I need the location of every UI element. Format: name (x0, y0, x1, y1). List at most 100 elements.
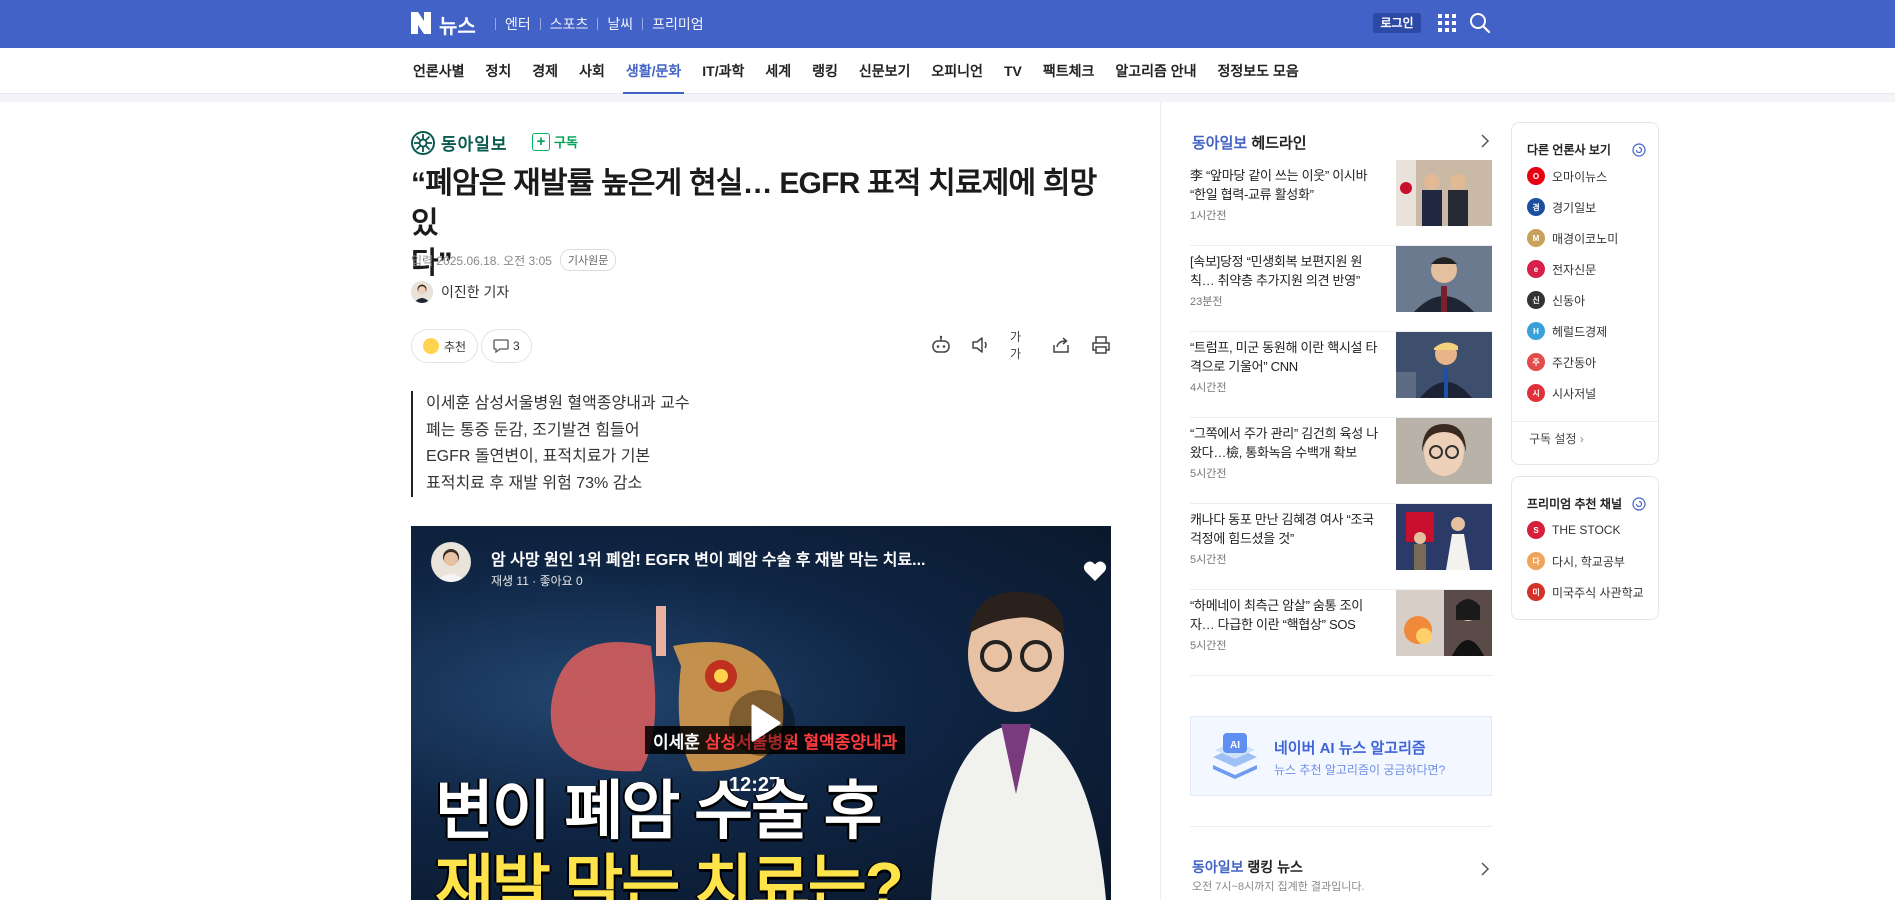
app-grid-icon[interactable] (1438, 14, 1456, 32)
ranking-section-label: 랭킹 뉴스 (1247, 859, 1303, 875)
press-item-name: 주간동아 (1552, 355, 1597, 370)
thumbnail-image-icon[interactable] (1396, 418, 1492, 484)
headline-item-title[interactable]: 李 “앞마당 같이 쓰는 이웃” 이시바 “한일 협력-교류 활성화” (1190, 166, 1385, 204)
press-item[interactable]: O 오마이뉴스 (1527, 167, 1607, 185)
nav-item-world[interactable]: 세계 (765, 48, 791, 94)
top-link-weather[interactable]: 날씨 (607, 14, 633, 34)
headline-item-title[interactable]: “그쪽에서 주가 관리” 김건희 육성 나왔다…檢, 통화녹음 수백개 확보 (1190, 424, 1385, 462)
reporter-avatar (411, 281, 433, 303)
press-item[interactable]: 주 주간동아 (1527, 353, 1596, 371)
press-item[interactable]: e 전자신문 (1527, 260, 1596, 278)
nav-item-by-press[interactable]: 언론사별 (413, 48, 465, 94)
press-item-name: 매경이코노미 (1552, 231, 1619, 246)
plus-icon: + (532, 132, 550, 151)
top-link-entertainment[interactable]: 엔터 (505, 14, 531, 34)
ai-algorithm-banner[interactable]: AI 네이버 AI 뉴스 알고리즘 뉴스 추천 알고리즘이 궁금하다면? (1190, 716, 1492, 796)
nav-item-algorithm[interactable]: 알고리즘 안내 (1115, 48, 1196, 94)
comment-button[interactable]: 3 (481, 329, 532, 363)
recommend-button[interactable]: 추천 (411, 329, 479, 363)
nav-divider (0, 94, 1895, 102)
naver-logo-icon[interactable] (411, 12, 431, 34)
font-size-icon[interactable]: 가가 (1010, 330, 1032, 361)
premium-item[interactable]: 미 미국주식 사관학교 (1527, 583, 1644, 601)
headline-section-label: 헤드라인 (1251, 135, 1307, 152)
login-button[interactable]: 로그인 (1373, 13, 1421, 33)
nav-item-factcheck[interactable]: 팩트체크 (1043, 48, 1095, 94)
headline-item[interactable]: 李 “앞마당 같이 쓰는 이웃” 이시바 “한일 협력-교류 활성화” 1시간전 (1190, 160, 1492, 246)
thumbnail-image-icon[interactable] (1396, 160, 1492, 226)
press-item[interactable]: 신 신동아 (1527, 291, 1585, 309)
nav-item-it-science[interactable]: IT/과학 (702, 48, 744, 94)
headline-item-title[interactable]: 캐나다 동포 만난 김혜경 여사 “조국 걱정에 힘드셨을 것” (1190, 510, 1385, 548)
chevron-right-icon[interactable] (1480, 862, 1490, 876)
video-likes: 좋아요 0 (539, 574, 583, 588)
headline-item[interactable]: [속보]당정 “민생회복 보편지원 원칙… 취약층 추가지원 의견 반영” 23… (1190, 246, 1492, 332)
press-item[interactable]: H 헤럴드경제 (1527, 322, 1607, 340)
thumbnail-image-icon[interactable] (1396, 590, 1492, 656)
original-article-button[interactable]: 기사원문 (559, 249, 617, 271)
thumbnail-image-icon[interactable] (1396, 504, 1492, 570)
nav-item-opinion[interactable]: 오피니언 (931, 48, 983, 94)
play-icon[interactable] (729, 690, 795, 756)
nav-item-life-culture[interactable]: 생활/문화 (622, 48, 685, 94)
headline-item[interactable]: 캐나다 동포 만난 김혜경 여사 “조국 걱정에 힘드셨을 것” 5시간전 (1190, 504, 1492, 590)
nav-item-ranking[interactable]: 랭킹 (812, 48, 838, 94)
ranking-section-title[interactable]: 동아일보 랭킹 뉴스 (1192, 857, 1303, 877)
headline-item-title[interactable]: [속보]당정 “민생회복 보편지원 원칙… 취약층 추가지원 의견 반영” (1190, 252, 1385, 290)
share-icon[interactable] (1050, 334, 1072, 356)
chevron-right-icon[interactable] (1480, 134, 1490, 148)
nav-item-corrections[interactable]: 정정보도 모음 (1218, 48, 1299, 94)
video-top-bar: 암 사망 원인 1위 폐암! EGFR 변이 폐암 수술 후 재발 막는 치료.… (431, 542, 1107, 590)
channel-avatar[interactable] (431, 542, 471, 582)
headline-section-title[interactable]: 동아일보 헤드라인 (1192, 132, 1307, 153)
separator (642, 18, 644, 30)
nav-item-economy[interactable]: 경제 (532, 48, 558, 94)
column-divider (1160, 102, 1161, 900)
top-links: 엔터 스포츠 날씨 프리미엄 (486, 14, 704, 34)
category-list: 언론사별 정치 경제 사회 생활/문화 IT/과학 세계 랭킹 신문보기 오피니… (413, 48, 1320, 94)
premium-item[interactable]: 다 다시, 학교공부 (1527, 552, 1625, 570)
premium-item[interactable]: S THE STOCK (1527, 521, 1620, 539)
refresh-icon[interactable] (1632, 143, 1646, 157)
press-logo-icon: 경 (1527, 198, 1545, 216)
press-item-name: 신동아 (1552, 293, 1586, 308)
headline-item-time: 23분전 (1190, 296, 1223, 308)
top-link-sports[interactable]: 스포츠 (550, 14, 589, 34)
press-item[interactable]: 시 시사저널 (1527, 384, 1596, 402)
video-caption-2: 재발 막는 치료는? (435, 849, 904, 900)
headline-item-title[interactable]: “하메네이 최측근 암살” 숨통 조이자… 다급한 이란 “핵협상” SOS (1190, 596, 1385, 634)
video-title[interactable]: 암 사망 원인 1위 폐암! EGFR 변이 폐암 수술 후 재발 막는 치료.… (491, 546, 925, 570)
top-link-premium[interactable]: 프리미엄 (652, 14, 704, 34)
nav-item-society[interactable]: 사회 (579, 48, 605, 94)
search-icon[interactable] (1469, 12, 1491, 34)
subscription-settings-link[interactable]: 구독 설정 › (1529, 421, 1584, 457)
press-logo-icon: 시 (1527, 384, 1545, 402)
subscribe-button[interactable]: + 구독 (532, 132, 578, 151)
speaker-icon[interactable] (970, 334, 992, 356)
lung-illustration-icon (550, 606, 784, 772)
refresh-icon[interactable] (1632, 497, 1646, 511)
press-logo-icon: 주 (1527, 353, 1545, 371)
nav-item-politics[interactable]: 정치 (486, 48, 512, 94)
press-logo-icon: e (1527, 260, 1545, 278)
video-player[interactable]: 암 사망 원인 1위 폐암! EGFR 변이 폐암 수술 후 재발 막는 치료.… (411, 526, 1111, 900)
headline-item[interactable]: “트럼프, 미군 동원해 이란 핵시설 타격으로 기울어” CNN 4시간전 (1190, 332, 1492, 418)
press-logo-icon: M (1527, 229, 1545, 247)
article-summary: 이세훈 삼성서울병원 혈액종양내과 교수 폐는 통증 둔감, 조기발견 힘들어 … (411, 391, 690, 497)
heart-icon[interactable] (1083, 560, 1107, 582)
summary-line: 이세훈 삼성서울병원 혈액종양내과 교수 (426, 395, 690, 412)
print-icon[interactable] (1090, 334, 1112, 356)
nav-item-tv[interactable]: TV (1004, 48, 1022, 94)
headline-item-title[interactable]: “트럼프, 미군 동원해 이란 핵시설 타격으로 기울어” CNN (1190, 338, 1385, 376)
summary-bot-icon[interactable] (930, 334, 952, 356)
thumbnail-image-icon[interactable] (1396, 332, 1492, 398)
press-item[interactable]: 경 경기일보 (1527, 198, 1596, 216)
headline-item[interactable]: “그쪽에서 주가 관리” 김건희 육성 나왔다…檢, 통화녹음 수백개 확보 5… (1190, 418, 1492, 504)
nav-item-newspaper[interactable]: 신문보기 (859, 48, 911, 94)
thumbnail-image-icon[interactable] (1396, 246, 1492, 312)
reporter[interactable]: 이진한 기자 (411, 281, 509, 303)
headline-item[interactable]: “하메네이 최측근 암살” 숨통 조이자… 다급한 이란 “핵협상” SOS 5… (1190, 590, 1492, 676)
news-logo-text[interactable]: 뉴스 (439, 10, 476, 39)
press-item[interactable]: M 매경이코노미 (1527, 229, 1618, 247)
press-logo[interactable]: 동아일보 (411, 130, 508, 155)
